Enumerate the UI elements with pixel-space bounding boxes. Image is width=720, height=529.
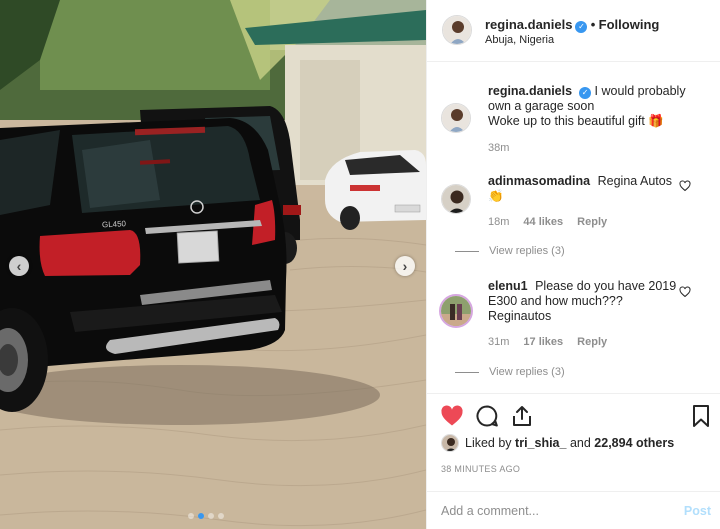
caption-avatar[interactable] [441, 103, 471, 133]
commenter-username-link[interactable]: elenu1 [488, 279, 528, 293]
like-comment-heart-icon[interactable] [679, 180, 691, 192]
comment-bubble-icon[interactable] [475, 404, 499, 428]
author-username-link[interactable]: regina.daniels [485, 17, 572, 32]
caption-meta: 38m [488, 142, 509, 154]
like-heart-icon[interactable] [440, 404, 464, 428]
like-comment-heart-icon[interactable] [679, 286, 691, 298]
likes-others-link[interactable]: 22,894 others [594, 436, 674, 450]
comment-meta: 18m 44 likes Reply [488, 216, 607, 228]
liker-username-link[interactable]: tri_shia_ [515, 436, 566, 450]
verified-badge-icon: ✓ [575, 21, 588, 33]
carousel-indicator [188, 513, 224, 519]
comment-likes[interactable]: 44 likes [523, 216, 563, 228]
model-badge-text: GL450 [102, 219, 127, 229]
view-replies-label: View replies (3) [489, 245, 565, 257]
comment-input[interactable] [441, 500, 661, 522]
reply-button[interactable]: Reply [577, 216, 607, 228]
comment-item: elenu1 Please do you have 2019 E300 and … [439, 278, 711, 382]
caption-username-link[interactable]: regina.daniels [488, 84, 572, 98]
post-photo[interactable]: GL450 ‹ › [0, 0, 426, 529]
likes-summary: Liked by tri_shia_ and 22,894 others [441, 434, 674, 452]
likes-prefix: Liked by [465, 436, 512, 450]
comment-emoji: 👏 [488, 189, 504, 203]
author-avatar[interactable] [442, 15, 472, 45]
view-replies-button[interactable]: View replies (3) [455, 245, 565, 257]
commenter-avatar[interactable] [439, 294, 473, 328]
share-icon[interactable] [510, 404, 534, 428]
reply-button[interactable]: Reply [577, 336, 607, 348]
post-comment-button[interactable]: Post [684, 504, 711, 518]
header-separator: • [590, 17, 596, 32]
comment-likes[interactable]: 17 likes [523, 336, 563, 348]
caption-line-2: Woke up to this beautiful gift 🎁 [488, 114, 664, 128]
following-button[interactable]: Following [599, 17, 660, 32]
caption-text: regina.daniels ✓ I would probably own a g… [488, 84, 688, 129]
comment-item: adinmasomadina Regina Autos 👏 18m 44 lik… [441, 172, 711, 262]
likes-conjunction: and [569, 436, 591, 450]
view-replies-button[interactable]: View replies (3) [455, 366, 565, 378]
carousel-dot [208, 513, 214, 519]
comment-meta: 31m 17 likes Reply [488, 336, 607, 348]
commenter-avatar[interactable] [441, 184, 471, 214]
comment-text: elenu1 Please do you have 2019 E300 and … [488, 279, 688, 324]
next-photo-button[interactable]: › [395, 256, 415, 276]
post-header: regina.daniels ✓ • Following Abuja, Niger… [427, 0, 720, 62]
post-side-panel: regina.daniels ✓ • Following Abuja, Niger… [426, 0, 720, 529]
post-timestamp[interactable]: 38 MINUTES AGO [441, 464, 520, 474]
instagram-post: GL450 ‹ › regina.daniels ✓ • Following A… [0, 0, 720, 529]
commenter-username-link[interactable]: adinmasomadina [488, 174, 590, 188]
add-comment-bar: Post [427, 491, 720, 529]
caption-block: regina.daniels ✓ I would probably own a g… [441, 76, 711, 156]
comment-text: adinmasomadina Regina Autos 👏 [488, 174, 688, 204]
comment-time[interactable]: 18m [488, 216, 509, 228]
car-photo-illustration: GL450 [0, 0, 426, 529]
replies-divider [455, 371, 479, 373]
carousel-dot [188, 513, 194, 519]
view-replies-label: View replies (3) [489, 366, 565, 378]
previous-photo-button[interactable]: ‹ [9, 256, 29, 276]
liker-avatar[interactable] [441, 434, 459, 452]
verified-badge-icon: ✓ [579, 87, 592, 99]
comment-time[interactable]: 31m [488, 336, 509, 348]
carousel-dot [218, 513, 224, 519]
save-bookmark-icon[interactable] [689, 404, 713, 428]
comment-body: Regina Autos [597, 174, 672, 188]
caption-time[interactable]: 38m [488, 142, 509, 154]
carousel-dot-active [198, 513, 204, 519]
replies-divider [455, 250, 479, 252]
post-actions-section: Liked by tri_shia_ and 22,894 others 38 … [427, 393, 720, 529]
location-link[interactable]: Abuja, Nigeria [485, 34, 554, 46]
